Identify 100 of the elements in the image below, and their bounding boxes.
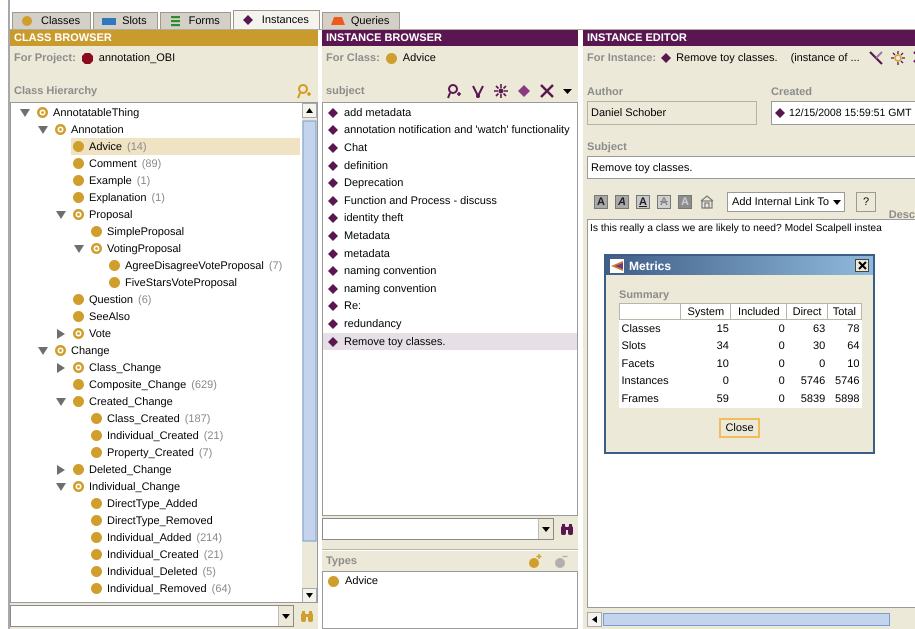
tree-item[interactable]: Annotation: [53, 121, 300, 138]
instance-count: (7): [198, 446, 212, 458]
tree-item[interactable]: Individual_Change: [71, 478, 300, 495]
instance-item[interactable]: naming convention: [323, 262, 577, 280]
table-cell: 5746: [827, 372, 862, 390]
instance-item[interactable]: Metadata: [323, 227, 577, 245]
instance-item[interactable]: Chat: [323, 139, 577, 157]
table-cell: 0: [730, 320, 787, 338]
burst-icon[interactable]: [494, 84, 508, 98]
created-field[interactable]: 12/15/2008 15:59:51 GMT: [771, 101, 915, 125]
collapse-arrow-icon[interactable]: [74, 244, 84, 254]
caret-icon[interactable]: [542, 526, 550, 532]
panel-title: CLASS BROWSER: [10, 30, 318, 46]
table-cell: 5839: [786, 390, 828, 408]
tree-item[interactable]: Individual_Deleted (5): [89, 563, 300, 580]
tree-item[interactable]: Example (1): [71, 172, 300, 189]
tree-item[interactable]: Individual_Created (21): [89, 546, 300, 563]
tab[interactable]: Classes: [12, 12, 92, 29]
expand-arrow-icon[interactable]: [56, 362, 66, 372]
find-icon[interactable]: [447, 84, 462, 98]
caret-icon[interactable]: [563, 88, 572, 94]
format-button[interactable]: A: [594, 195, 608, 209]
tab[interactable]: Forms: [160, 12, 231, 29]
diamond-icon: [328, 284, 338, 294]
diamond-icon: [328, 178, 338, 188]
project-label: For Project:: [14, 52, 76, 64]
expand-arrow-icon[interactable]: [56, 464, 66, 474]
section-label: Summary: [619, 289, 670, 301]
tree-item[interactable]: DirectType_Added: [89, 495, 300, 512]
caret-icon: [833, 200, 842, 204]
tree-item[interactable]: Change: [53, 342, 300, 359]
help-button[interactable]: ?: [856, 192, 876, 212]
tab[interactable]: Slots: [93, 12, 158, 29]
pen-icon[interactable]: [868, 51, 883, 65]
instance-count: (6): [138, 294, 152, 306]
collapse-arrow-icon[interactable]: [56, 482, 66, 492]
tree-item[interactable]: Individual_Removed (64): [89, 580, 300, 597]
collapse-arrow-icon[interactable]: [38, 346, 48, 356]
table-cell: 5898: [827, 390, 862, 408]
tree-item[interactable]: Proposal: [71, 206, 300, 223]
house-icon[interactable]: [699, 194, 715, 210]
instance-item[interactable]: Function and Process - discuss: [323, 192, 577, 210]
tab[interactable]: Instances: [232, 10, 320, 29]
tree-item[interactable]: SimpleProposal: [89, 223, 300, 240]
diamond-icon: [328, 160, 338, 171]
tree-item[interactable]: Property_Created (7): [89, 444, 300, 461]
tab[interactable]: Queries: [322, 12, 400, 29]
instance-item[interactable]: annotation notification and 'watch' functionality: [323, 122, 577, 140]
author-field[interactable]: Daniel Schober: [587, 101, 757, 125]
vertical-scrollbar[interactable]: [302, 103, 317, 602]
tree-item[interactable]: Created_Change: [71, 393, 300, 410]
tree-item[interactable]: Advice (14): [71, 138, 300, 155]
instance-item[interactable]: Remove toy classes.: [323, 332, 577, 350]
diamond-icon[interactable]: [517, 84, 531, 98]
link-dropdown[interactable]: Add Internal Link To: [727, 192, 846, 212]
tree-item[interactable]: VotingProposal: [89, 240, 300, 257]
tree-item[interactable]: Composite_Change (629): [71, 376, 300, 393]
table-cell: 30: [786, 338, 828, 355]
tree-item[interactable]: Vote: [71, 325, 300, 342]
instance-count: (21): [204, 430, 224, 442]
tree-item[interactable]: AnnotatableThing: [35, 104, 300, 121]
close-button[interactable]: Close: [719, 418, 760, 438]
delete-icon[interactable]: [540, 84, 554, 98]
subject-field[interactable]: Remove toy classes.: [587, 156, 915, 179]
instance-item[interactable]: naming convention: [323, 280, 577, 298]
instance-item[interactable]: add metadata: [323, 104, 577, 122]
instance-item[interactable]: definition: [323, 156, 577, 174]
burst-icon[interactable]: [890, 51, 905, 65]
format-button[interactable]: A: [636, 195, 650, 209]
collapse-arrow-icon[interactable]: [56, 396, 66, 406]
tree-item[interactable]: Individual_Created (21): [89, 427, 300, 444]
table-cell: 10: [827, 355, 862, 372]
expand-arrow-icon[interactable]: [56, 328, 66, 338]
format-button[interactable]: A: [615, 195, 629, 209]
close-icon[interactable]: [858, 261, 866, 270]
instance-item[interactable]: metadata: [323, 244, 577, 262]
instance-item[interactable]: redundancy: [323, 315, 577, 333]
instance-item[interactable]: Deprecation: [323, 174, 577, 192]
diamond-icon: [328, 125, 338, 136]
instance-item[interactable]: Re:: [323, 298, 577, 316]
collapse-arrow-icon[interactable]: [56, 210, 66, 220]
tree-item[interactable]: Comment (89): [71, 155, 300, 172]
tree-item[interactable]: Individual_Added (214): [89, 529, 300, 546]
instance-item[interactable]: identity theft: [323, 210, 577, 228]
instance-count: (89): [142, 158, 162, 170]
caret-icon[interactable]: [282, 614, 290, 618]
collapse-arrow-icon[interactable]: [38, 124, 48, 134]
tree-item[interactable]: Explanation (1): [71, 189, 300, 206]
collapse-arrow-icon[interactable]: [20, 108, 30, 118]
tree-item[interactable]: AgreeDisagreeVoteProposal (7): [107, 257, 300, 274]
binoculars-icon[interactable]: [560, 522, 574, 536]
tree-item[interactable]: FiveStarsVoteProposal: [107, 274, 300, 291]
tree-item[interactable]: Class_Created (187): [89, 410, 300, 427]
tree-item[interactable]: SeeAlso: [71, 308, 300, 325]
tree-item[interactable]: Deleted_Change: [71, 461, 300, 478]
tree-item[interactable]: Question (6): [71, 291, 300, 308]
tree-item[interactable]: Class_Change: [71, 359, 300, 376]
instance-label: For Instance:: [587, 52, 656, 64]
branch-icon[interactable]: [471, 84, 485, 98]
tree-item[interactable]: DirectType_Removed: [89, 512, 300, 529]
